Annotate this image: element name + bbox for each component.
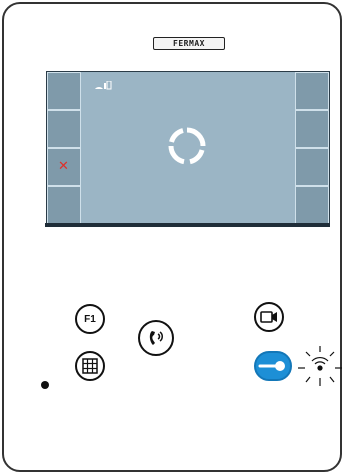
- intercom-panel: FERMAX ✕ F1: [2, 2, 342, 472]
- door-open-button[interactable]: [254, 351, 292, 381]
- wireless-signal-icon: [298, 346, 342, 386]
- left-soft-button-4[interactable]: [47, 186, 81, 224]
- cancel-icon: ✕: [58, 159, 69, 174]
- f1-label: F1: [84, 313, 96, 325]
- brand-logo: FERMAX: [153, 37, 225, 50]
- screen-bezel: [45, 223, 330, 227]
- left-soft-button-3[interactable]: ✕: [47, 148, 81, 186]
- right-soft-button-4[interactable]: [295, 186, 329, 224]
- signal-icon: [94, 80, 112, 93]
- right-soft-button-1[interactable]: [295, 72, 329, 110]
- talk-button[interactable]: [138, 320, 174, 356]
- right-soft-button-3[interactable]: [295, 148, 329, 186]
- left-soft-button-1[interactable]: [47, 72, 81, 110]
- left-soft-button-2[interactable]: [47, 110, 81, 148]
- camera-icon: [260, 311, 277, 323]
- key-icon: [258, 361, 285, 371]
- right-soft-button-2[interactable]: [295, 110, 329, 148]
- camera-button[interactable]: [254, 302, 284, 332]
- f1-button[interactable]: F1: [75, 304, 105, 334]
- display-screen: ✕: [46, 71, 330, 225]
- menu-button[interactable]: [75, 351, 105, 381]
- status-led: [41, 381, 49, 389]
- loading-spinner-icon: [168, 127, 206, 165]
- handset-icon: [149, 331, 163, 345]
- grid-icon: [82, 358, 98, 374]
